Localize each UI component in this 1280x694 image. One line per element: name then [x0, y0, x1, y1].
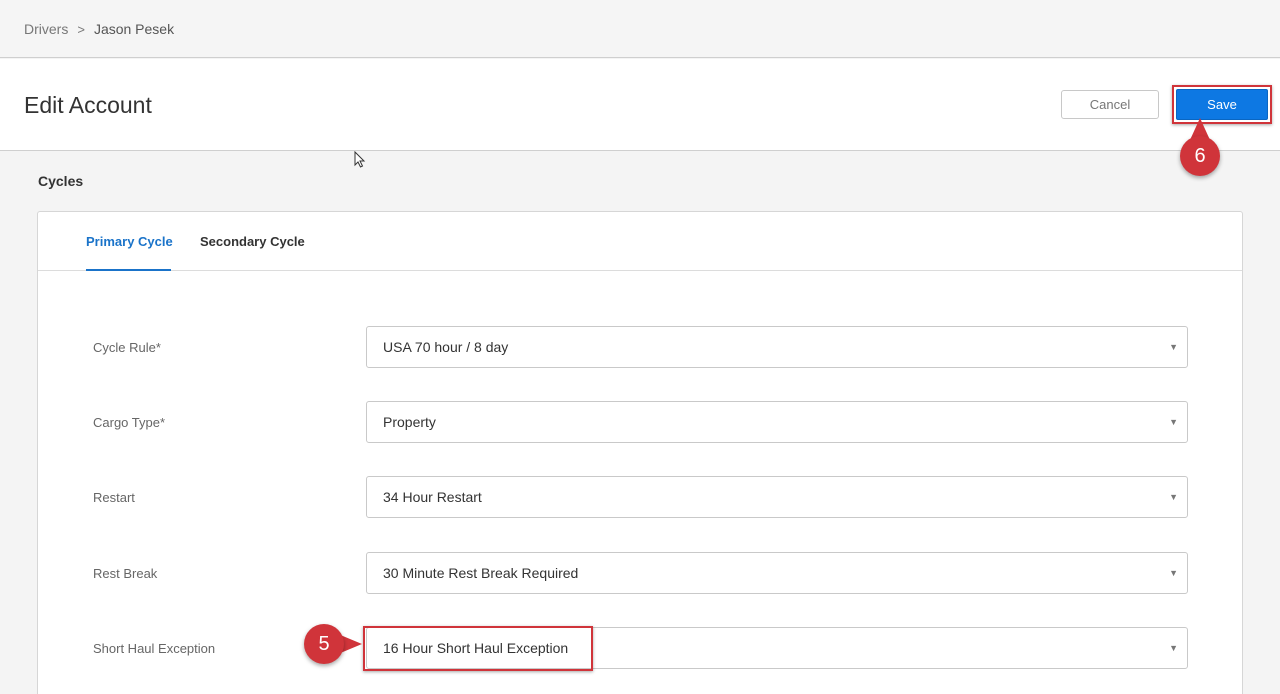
breadcrumb-current: Jason Pesek	[93, 21, 175, 37]
cycle-rule-label: Cycle Rule*	[93, 340, 161, 355]
breadcrumb: Drivers > Jason Pesek	[24, 21, 174, 37]
active-tab-indicator	[86, 269, 171, 271]
cargo-type-value: Property	[383, 414, 436, 430]
step-marker-5: 5	[304, 624, 344, 664]
cargo-type-select[interactable]: Property ▼	[366, 401, 1188, 443]
restart-select[interactable]: 34 Hour Restart ▼	[366, 476, 1188, 518]
breadcrumb-bar: Drivers > Jason Pesek	[0, 0, 1280, 58]
breadcrumb-link-drivers[interactable]: Drivers	[24, 21, 68, 37]
tab-primary-cycle[interactable]: Primary Cycle	[86, 234, 173, 249]
rest-break-value: 30 Minute Rest Break Required	[383, 565, 579, 581]
dropdown-caret-icon: ▼	[1169, 568, 1178, 578]
rest-break-select[interactable]: 30 Minute Rest Break Required ▼	[366, 552, 1188, 594]
cycle-rule-select[interactable]: USA 70 hour / 8 day ▼	[366, 326, 1188, 368]
section-title-cycles: Cycles	[38, 173, 84, 189]
dropdown-caret-icon: ▼	[1169, 342, 1178, 352]
dropdown-caret-icon: ▼	[1169, 643, 1178, 653]
short-haul-exception-label: Short Haul Exception	[93, 641, 216, 656]
page-title: Edit Account	[24, 92, 152, 118]
cycles-panel: Primary Cycle Secondary Cycle Cycle Rule…	[37, 211, 1243, 694]
restart-label: Restart	[93, 490, 135, 505]
page-header: Edit Account Cancel Save	[0, 59, 1280, 151]
cancel-button[interactable]: Cancel	[1061, 90, 1159, 119]
cargo-type-label: Cargo Type*	[93, 415, 166, 430]
dropdown-caret-icon: ▼	[1169, 492, 1178, 502]
short-haul-highlight	[363, 626, 593, 671]
dropdown-caret-icon: ▼	[1169, 417, 1178, 427]
tab-secondary-cycle[interactable]: Secondary Cycle	[200, 234, 305, 249]
cycle-rule-value: USA 70 hour / 8 day	[383, 339, 509, 355]
breadcrumb-separator: >	[77, 21, 85, 37]
save-button[interactable]: Save	[1176, 89, 1268, 120]
cycle-tabs: Primary Cycle Secondary Cycle	[38, 212, 1242, 271]
mouse-cursor-icon	[354, 151, 366, 168]
rest-break-label: Rest Break	[93, 566, 158, 581]
step-marker-6: 6	[1180, 136, 1220, 176]
restart-value: 34 Hour Restart	[383, 489, 482, 505]
